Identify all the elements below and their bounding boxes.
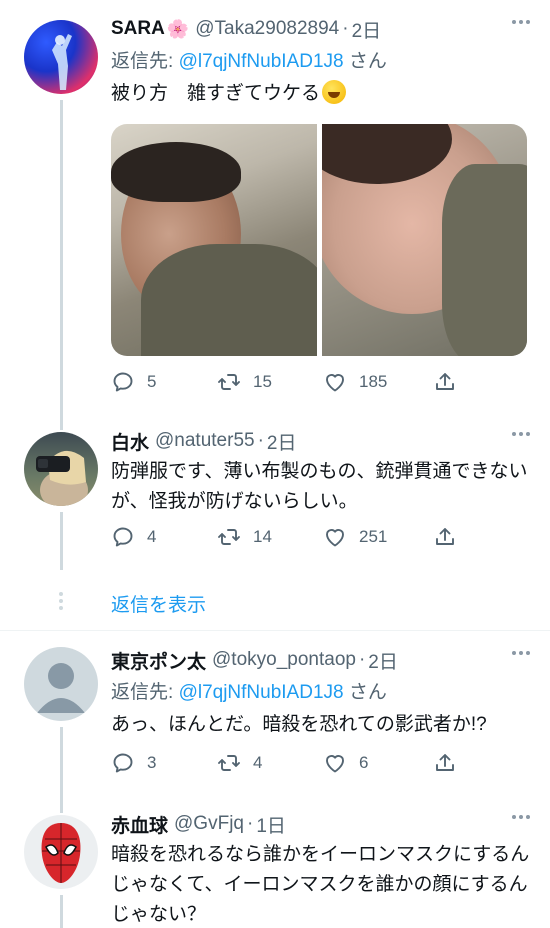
tweet-tokyo-ponta[interactable]: 東京ポン太 @tokyo_pontaop · 2日 返信先: @l7qjNfNu… xyxy=(0,631,550,803)
avatar[interactable] xyxy=(24,432,98,506)
more-options-icon[interactable] xyxy=(512,432,530,436)
reply-button[interactable]: 4 xyxy=(111,525,217,549)
media-image-2[interactable] xyxy=(321,124,527,356)
heart-icon xyxy=(326,529,344,547)
retweet-icon xyxy=(218,755,240,771)
share-button[interactable] xyxy=(433,370,457,394)
display-name[interactable]: 東京ポン太 xyxy=(111,647,206,674)
avatar-figure-icon xyxy=(52,34,72,90)
reply-icon xyxy=(113,527,133,547)
user-handle[interactable]: @GvFjq xyxy=(174,813,244,835)
thread-line xyxy=(60,100,63,420)
timestamp[interactable]: 2日 xyxy=(368,647,398,674)
thread-line xyxy=(60,803,63,813)
reply-icon xyxy=(113,753,133,773)
user-handle[interactable]: @tokyo_pontaop xyxy=(212,649,356,671)
more-replies-dots-icon xyxy=(59,592,63,610)
thread-line xyxy=(60,895,63,928)
more-options-icon[interactable] xyxy=(512,20,530,24)
tweet-sekkekkyu[interactable]: 赤血球 @GvFjq · 1日 暗殺を恐れるなら誰かをイーロンマスクにするんじゃ… xyxy=(0,803,550,928)
retweet-count: 15 xyxy=(253,372,272,391)
display-name[interactable]: 白水 xyxy=(111,428,149,455)
tweet-text-body: 被り方 雑すぎてウケる xyxy=(111,83,321,104)
like-button[interactable]: 6 xyxy=(323,751,433,775)
share-icon xyxy=(436,528,454,545)
avatar[interactable] xyxy=(24,20,98,94)
retweet-icon xyxy=(218,529,240,545)
display-name[interactable]: SARA xyxy=(111,18,165,40)
tweet-text: 被り方 雑すぎてウケる xyxy=(111,79,530,109)
reply-mention-link[interactable]: @l7qjNfNubIAD1J8 xyxy=(179,51,344,72)
like-count: 251 xyxy=(359,527,388,546)
timestamp[interactable]: 1日 xyxy=(256,811,286,838)
flower-emoji: 🌸 xyxy=(166,18,190,39)
reply-to-line: 返信先: @l7qjNfNubIAD1J8 さん xyxy=(111,46,530,73)
reply-count: 5 xyxy=(147,372,157,391)
user-handle[interactable]: @Taka29082894 xyxy=(195,18,339,40)
like-count: 185 xyxy=(359,372,388,391)
retweet-count: 14 xyxy=(253,527,272,546)
like-button[interactable]: 185 xyxy=(323,370,433,394)
tweet-text: 暗殺を恐れるなら誰かをイーロンマスクにするんじゃなくて、イーロンマスクを誰かの顔… xyxy=(111,844,530,925)
dot-separator: · xyxy=(257,430,264,451)
dot-separator: · xyxy=(342,18,349,39)
retweet-button[interactable]: 15 xyxy=(217,370,323,394)
heart-icon xyxy=(326,374,344,392)
share-button[interactable] xyxy=(433,525,457,549)
reply-suffix: さん xyxy=(343,51,387,72)
reply-count: 4 xyxy=(147,527,157,546)
avatar[interactable] xyxy=(24,815,98,889)
dot-separator: · xyxy=(246,813,254,834)
timestamp[interactable]: 2日 xyxy=(267,428,297,455)
display-name[interactable]: 赤血球 xyxy=(111,811,168,838)
like-count: 6 xyxy=(359,753,369,772)
reply-prefix: 返信先: xyxy=(111,682,179,703)
thread-line xyxy=(60,512,63,570)
share-button[interactable] xyxy=(433,751,457,775)
reply-count: 3 xyxy=(147,753,157,772)
share-icon xyxy=(436,373,454,390)
laughing-emoji-icon xyxy=(322,80,347,104)
default-avatar-icon xyxy=(37,663,85,713)
tweet-text: あっ、ほんとだ。暗殺を恐れての影武者か!? xyxy=(111,714,487,735)
media-image-1[interactable] xyxy=(111,124,317,356)
reply-button[interactable]: 5 xyxy=(111,370,217,394)
share-icon xyxy=(436,754,454,771)
avatar-vr-headset-icon xyxy=(36,450,88,506)
thread-line xyxy=(60,420,63,430)
tweet-media[interactable] xyxy=(111,124,527,356)
heart-icon xyxy=(326,755,344,773)
like-button[interactable]: 251 xyxy=(323,525,433,549)
user-handle[interactable]: @natuter55 xyxy=(155,430,255,452)
retweet-button[interactable]: 4 xyxy=(217,751,323,775)
more-options-icon[interactable] xyxy=(512,815,530,819)
reply-icon xyxy=(113,372,133,392)
avatar[interactable] xyxy=(24,647,98,721)
reply-suffix: さん xyxy=(343,682,387,703)
timestamp[interactable]: 2日 xyxy=(352,16,382,43)
spiderman-mask-icon xyxy=(41,823,81,883)
tweet-sara[interactable]: SARA 🌸 @Taka29082894 · 2日 返信先: @l7qjNfNu… xyxy=(0,0,550,420)
tweet-text: 防弾服です、薄い布製のもの、銃弾貫通できないが、怪我が防げないらしい。 xyxy=(111,461,528,512)
dot-separator: · xyxy=(358,649,366,670)
reply-mention-link[interactable]: @l7qjNfNubIAD1J8 xyxy=(179,682,344,703)
retweet-count: 4 xyxy=(253,753,263,772)
show-replies-link[interactable]: 返信を表示 xyxy=(111,590,206,617)
reply-prefix: 返信先: xyxy=(111,51,179,72)
reply-button[interactable]: 3 xyxy=(111,751,217,775)
tweet-hakusui[interactable]: 白水 @natuter55 · 2日 防弾服です、薄い布製のもの、銃弾貫通できな… xyxy=(0,420,550,630)
thread-line xyxy=(60,727,63,803)
retweet-button[interactable]: 14 xyxy=(217,525,323,549)
more-options-icon[interactable] xyxy=(512,651,530,655)
retweet-icon xyxy=(218,374,240,390)
reply-to-line: 返信先: @l7qjNfNubIAD1J8 さん xyxy=(111,677,530,704)
